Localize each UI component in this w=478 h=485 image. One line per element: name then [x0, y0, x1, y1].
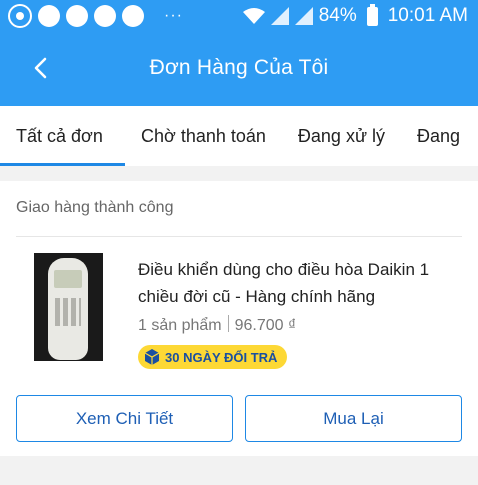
tab-awaiting-payment[interactable]: Chờ thanh toán: [125, 106, 282, 166]
status-bar: ··· 84% 10:01 AM: [0, 0, 478, 32]
order-status: Giao hàng thành công: [16, 199, 174, 216]
signal-icon: [270, 7, 289, 25]
battery-icon: [366, 3, 378, 26]
badge-label: 30 NGÀY ĐỔI TRẢ: [165, 349, 278, 365]
battery-percent: 84%: [318, 5, 357, 26]
product-image[interactable]: [34, 253, 103, 361]
order-card: Giao hàng thành công Điều khiển dùng cho…: [0, 181, 478, 456]
buy-again-button[interactable]: Mua Lại: [245, 395, 462, 442]
divider: [16, 236, 462, 237]
product-meta: 1 sản phẩm 96.700 ₫: [138, 315, 296, 335]
tab-all-orders[interactable]: Tất cả đơn: [0, 106, 125, 166]
signal-icon: [294, 7, 313, 25]
notification-icon: [94, 5, 116, 27]
product-quantity: 1 sản phẩm: [138, 317, 222, 334]
wifi-icon: [242, 8, 265, 24]
more-notifications: ···: [164, 7, 183, 24]
notification-icon: [38, 5, 60, 27]
return-policy-badge: 30 NGÀY ĐỔI TRẢ: [138, 345, 288, 369]
app-header: Đơn Hàng Của Tôi: [0, 32, 478, 106]
product-name[interactable]: Điều khiển dùng cho điều hòa Daikin 1 ch…: [138, 256, 458, 310]
tab-shipping[interactable]: Đang: [401, 106, 476, 166]
box-icon: [144, 349, 160, 365]
notification-icon: [122, 5, 144, 27]
page-title: Đơn Hàng Của Tôi: [149, 56, 329, 79]
clock: 10:01 AM: [387, 5, 468, 26]
view-details-button[interactable]: Xem Chi Tiết: [16, 395, 233, 442]
product-price: 96.700 ₫: [234, 317, 297, 334]
order-tabs: Tất cả đơn Chờ thanh toán Đang xử lý Đan…: [0, 106, 478, 166]
notification-icon: [66, 5, 88, 27]
tab-processing[interactable]: Đang xử lý: [282, 106, 401, 166]
viber-icon: [8, 4, 32, 28]
